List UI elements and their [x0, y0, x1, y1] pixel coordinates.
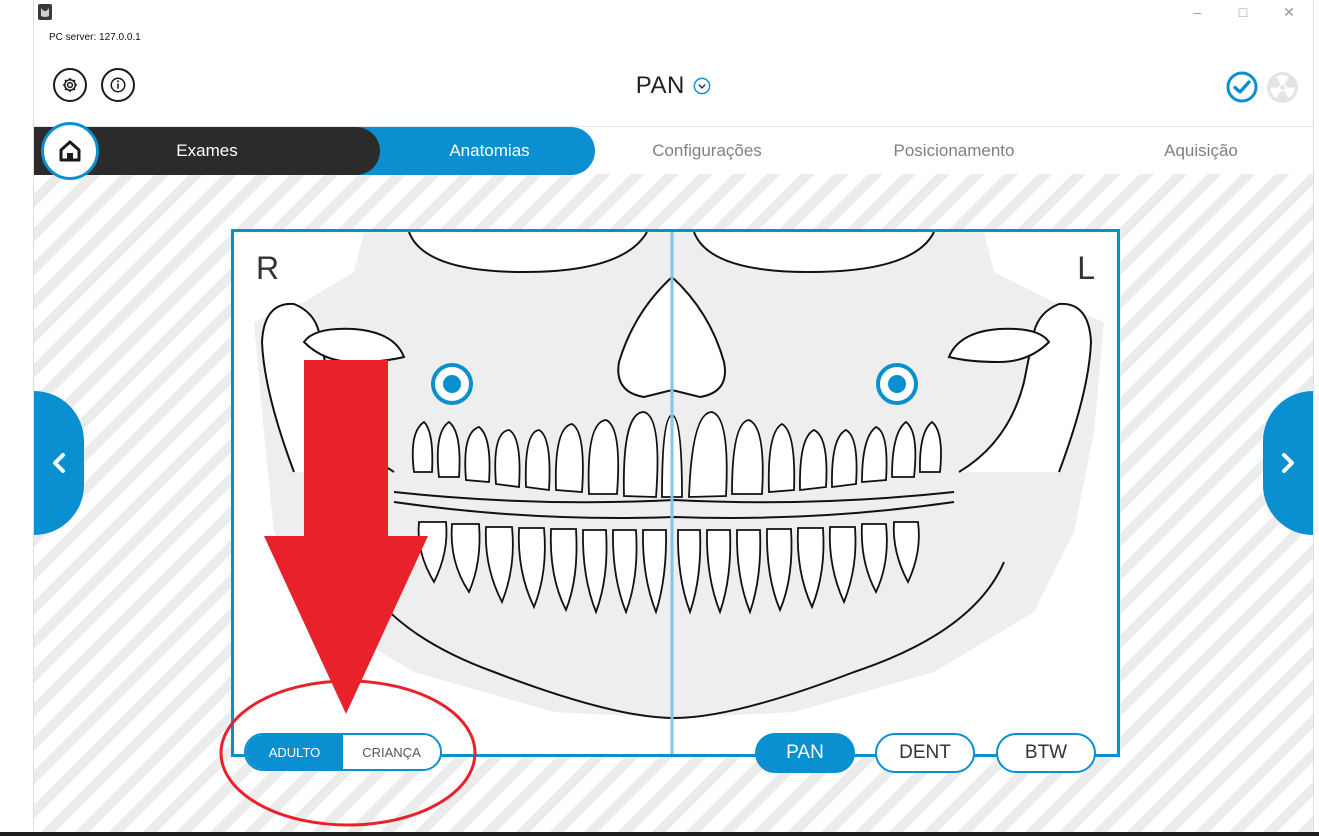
tab-aquisicao-label: Aquisição — [1164, 141, 1238, 160]
workflow-tabs: Exames Anatomias Configurações Posiciona… — [34, 126, 1313, 175]
close-button[interactable]: ✕ — [1279, 4, 1299, 21]
chevron-right-icon — [1282, 453, 1294, 473]
next-button[interactable] — [1263, 391, 1313, 535]
exam-title[interactable]: PAN — [34, 72, 1313, 100]
tab-posicionamento-label: Posicionamento — [893, 141, 1015, 160]
right-side-label: R — [256, 250, 280, 286]
chevron-down-icon[interactable] — [693, 77, 711, 95]
tab-anatomias-label: Anatomias — [449, 141, 530, 160]
previous-button[interactable] — [34, 391, 84, 535]
pan-mode-button[interactable]: PAN — [755, 733, 855, 773]
window-controls: – □ ✕ — [1187, 4, 1299, 21]
skull-jaw-illustration — [254, 232, 1104, 754]
btw-mode-button[interactable]: BTW — [996, 733, 1096, 773]
app-window: PC server: 127.0.0.1 – □ ✕ PAN Exames An… — [33, 0, 1314, 832]
anatomy-panel: R L — [231, 229, 1120, 757]
anatomy-area: R L ADULTO CRIANÇA PAN DENT BTW — [34, 174, 1313, 832]
dent-mode-button[interactable]: DENT — [875, 733, 975, 773]
chevron-left-icon — [53, 453, 65, 473]
tab-configuracoes-label: Configurações — [652, 141, 762, 160]
radiation-icon — [1267, 72, 1298, 103]
maximize-button[interactable]: □ — [1233, 4, 1253, 21]
tab-configuracoes[interactable]: Configurações — [595, 127, 819, 175]
tab-aquisicao[interactable]: Aquisição — [1089, 127, 1313, 175]
left-side-label: L — [1077, 250, 1095, 286]
home-button[interactable] — [41, 122, 99, 180]
taskbar-edge — [0, 832, 1319, 836]
minimize-button[interactable]: – — [1187, 4, 1207, 21]
page-title: PAN — [635, 72, 685, 99]
patient-type-toggle: ADULTO CRIANÇA — [244, 733, 442, 771]
server-label: PC server: 127.0.0.1 — [49, 32, 141, 43]
tab-posicionamento[interactable]: Posicionamento — [819, 127, 1089, 175]
home-icon — [59, 140, 81, 162]
app-logo-icon — [38, 4, 52, 20]
tab-exames-label: Exames — [176, 141, 238, 160]
check-circle-icon — [1226, 71, 1258, 103]
adult-option[interactable]: ADULTO — [246, 735, 343, 769]
child-option[interactable]: CRIANÇA — [343, 735, 440, 769]
